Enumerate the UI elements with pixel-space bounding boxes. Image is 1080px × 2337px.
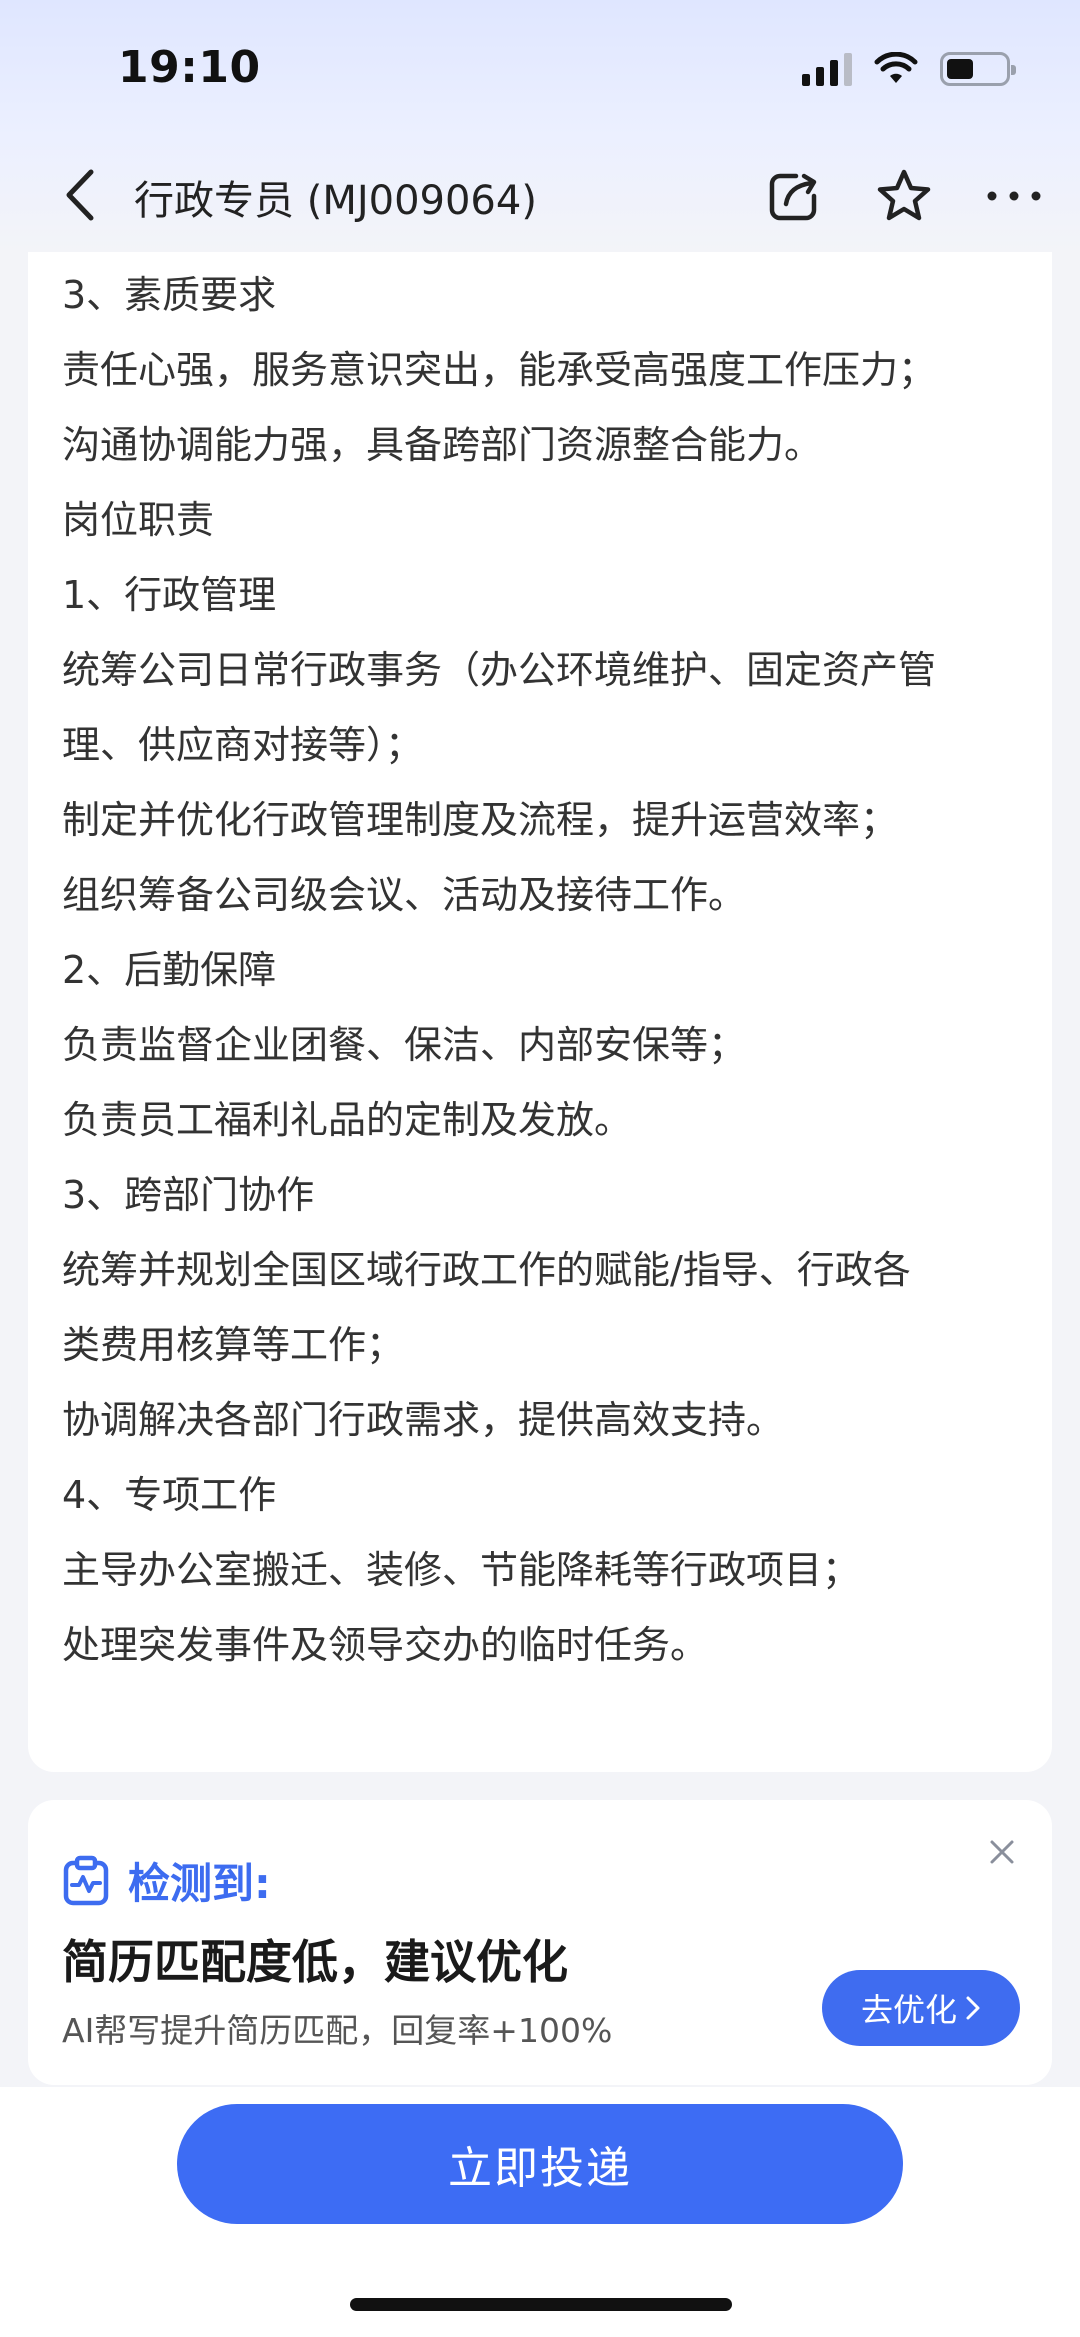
close-button[interactable] bbox=[980, 1830, 1024, 1874]
content-line: 处理突发事件及领导交办的临时任务。 bbox=[62, 1623, 709, 1667]
content-line: 统筹并规划全国区域行政工作的赋能/指导、行政各 bbox=[62, 1248, 911, 1292]
share-button[interactable] bbox=[756, 160, 832, 232]
home-indicator[interactable] bbox=[350, 2298, 732, 2311]
bottom-bar: 立即投递 bbox=[0, 2087, 1080, 2337]
apply-button-label: 立即投递 bbox=[448, 2143, 632, 2194]
content-line: 责任心强，服务意识突出，能承受高强度工作压力； bbox=[62, 348, 937, 392]
page-title: 行政专员 (MJ009064) bbox=[134, 178, 537, 224]
content-line: 理、供应商对接等）； bbox=[62, 723, 424, 767]
content-line: 组织筹备公司级会议、活动及接待工作。 bbox=[62, 873, 747, 917]
content-line: 岗位职责 bbox=[62, 498, 215, 542]
star-icon bbox=[877, 169, 931, 221]
content-line: 类费用核算等工作； bbox=[62, 1323, 405, 1367]
apply-button[interactable]: 立即投递 bbox=[177, 2104, 903, 2224]
close-icon bbox=[990, 1840, 1014, 1864]
content-line: 制定并优化行政管理制度及流程，提升运营效率； bbox=[62, 798, 899, 842]
content-line: 负责员工福利礼品的定制及发放。 bbox=[62, 1098, 633, 1142]
wifi-icon bbox=[874, 52, 918, 83]
nav-actions bbox=[756, 160, 1052, 232]
status-time: 19:10 bbox=[118, 42, 261, 93]
battery-icon bbox=[940, 52, 1016, 86]
chevron-left-icon bbox=[66, 169, 94, 221]
more-button[interactable] bbox=[976, 160, 1052, 232]
content-line: 沟通协调能力强，具备跨部门资源整合能力。 bbox=[62, 423, 823, 467]
nav-bar: 行政专员 (MJ009064) bbox=[0, 140, 1080, 252]
detect-title: 简历匹配度低，建议优化 bbox=[62, 1935, 568, 1989]
content-line: 2、后勤保障 bbox=[62, 948, 277, 992]
detect-label: 检测到: bbox=[128, 1859, 271, 1908]
content-line: 1、行政管理 bbox=[62, 573, 277, 617]
detect-subtitle: AI帮写提升简历匹配，回复率+100% bbox=[62, 2011, 613, 2050]
page: 3、素质要求 责任心强，服务意识突出，能承受高强度工作压力； 沟通协调能力强，具… bbox=[0, 0, 1080, 2337]
content-line: 统筹公司日常行政事务（办公环境维护、固定资产管 bbox=[62, 648, 937, 692]
favorite-button[interactable] bbox=[866, 160, 942, 232]
job-description-card: 3、素质要求 责任心强，服务意识突出，能承受高强度工作压力； 沟通协调能力强，具… bbox=[28, 230, 1052, 1772]
status-icons bbox=[802, 52, 1016, 86]
chevron-right-icon bbox=[966, 1996, 980, 2020]
optimize-button[interactable]: 去优化 bbox=[822, 1970, 1020, 2046]
detect-header: 检测到: bbox=[62, 1850, 271, 1911]
clipboard-pulse-icon bbox=[63, 1855, 109, 1905]
content-line: 3、素质要求 bbox=[62, 273, 277, 317]
content-line: 主导办公室搬迁、装修、节能降耗等行政项目； bbox=[62, 1548, 861, 1592]
header: 19:10 行政专员 (MJ009064) bbox=[0, 0, 1080, 252]
back-button[interactable] bbox=[50, 160, 110, 230]
optimize-button-label: 去优化 bbox=[860, 1991, 957, 2029]
share-icon bbox=[769, 173, 817, 221]
content-line: 负责监督企业团餐、保洁、内部安保等； bbox=[62, 1023, 747, 1067]
cellular-signal-icon bbox=[802, 52, 852, 86]
content-line: 协调解决各部门行政需求，提供高效支持。 bbox=[62, 1398, 785, 1442]
status-bar: 19:10 bbox=[0, 0, 1080, 140]
resume-match-card: 检测到: 简历匹配度低，建议优化 AI帮写提升简历匹配，回复率+100% 去优化 bbox=[28, 1800, 1052, 2085]
content-line: 3、跨部门协作 bbox=[62, 1173, 315, 1217]
more-icon bbox=[987, 191, 1041, 201]
content-line: 4、专项工作 bbox=[62, 1473, 277, 1517]
